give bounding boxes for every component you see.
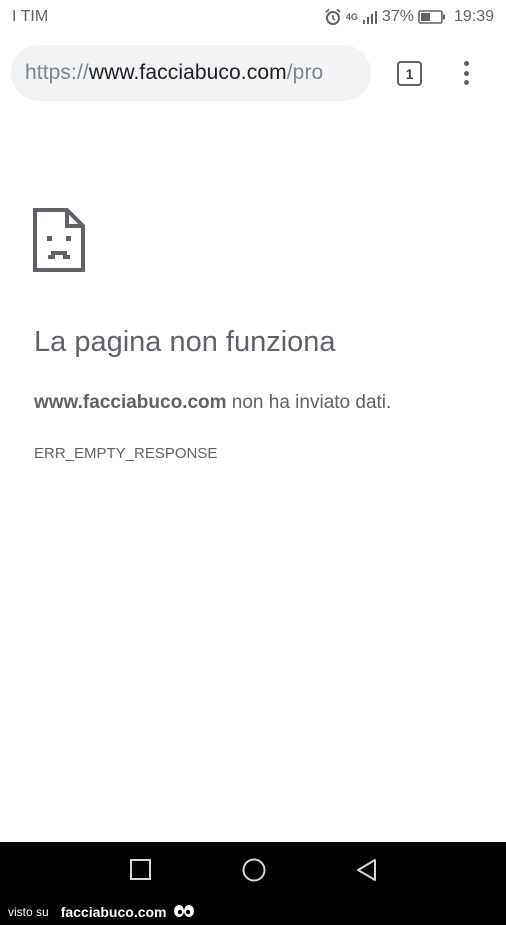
battery-percent: 37% <box>381 8 414 25</box>
url-host: www.facciabuco.com <box>88 61 287 84</box>
carrier-label: I TIM <box>12 8 49 25</box>
recents-icon[interactable] <box>129 857 153 888</box>
status-icons: 4G 37% 19:39 <box>324 8 494 26</box>
tab-switcher-button[interactable]: 1 <box>397 61 422 86</box>
back-icon[interactable] <box>355 857 379 888</box>
network-type-label: 4G <box>345 12 358 22</box>
watermark-prefix: visto su <box>8 905 49 919</box>
navigation-bar <box>0 842 506 899</box>
tab-count: 1 <box>405 65 414 82</box>
address-bar[interactable]: https://www.facciabuco.com/pro <box>11 45 371 101</box>
signal-icon <box>362 9 378 25</box>
overflow-menu-icon[interactable] <box>454 58 478 88</box>
browser-toolbar: https://www.facciabuco.com/pro 1 <box>0 34 506 112</box>
alarm-icon <box>324 8 342 26</box>
watermark-footer: visto su facciabuco.com <box>0 899 506 925</box>
url-scheme: https:// <box>25 61 89 84</box>
error-description: www.facciabuco.com non ha inviato dati. <box>34 392 391 414</box>
error-host: www.facciabuco.com <box>34 392 227 413</box>
status-bar: I TIM 4G 37% 19:39 <box>0 0 506 34</box>
url-path: /pro <box>286 61 324 84</box>
battery-icon <box>418 10 446 24</box>
error-code: ERR_EMPTY_RESPONSE <box>34 445 218 462</box>
sad-page-icon <box>33 208 85 277</box>
error-title: La pagina non funziona <box>34 326 336 358</box>
home-icon[interactable] <box>241 857 267 888</box>
watermark-eyes-icon <box>173 904 195 920</box>
watermark-brand: facciabuco.com <box>60 904 167 920</box>
clock: 19:39 <box>453 8 494 25</box>
error-message: non ha inviato dati. <box>226 392 392 413</box>
